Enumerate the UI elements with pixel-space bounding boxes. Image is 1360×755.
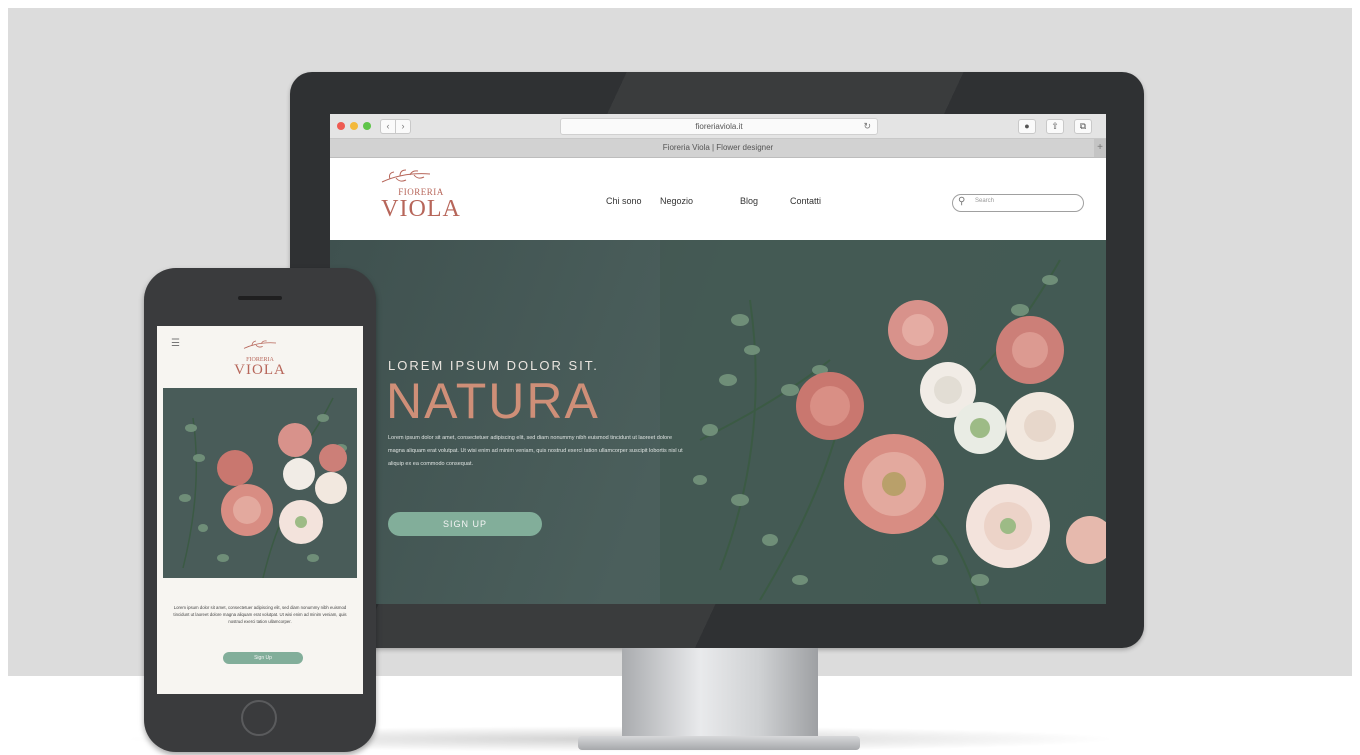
- minimize-window-button[interactable]: [350, 122, 358, 130]
- download-icon[interactable]: ●: [1018, 119, 1036, 134]
- monitor-stand-base: [578, 736, 860, 750]
- site-header: FIORERIA VIOLA Chi sono Negozio Blog Con…: [330, 158, 1106, 240]
- flower-bouquet-image: [693, 259, 1106, 604]
- leaf-icon: [381, 169, 431, 183]
- url-text: fioreriaviola.it: [695, 122, 743, 131]
- search-icon: ⚲: [958, 196, 966, 207]
- browser-toolbar: ‹ › fioreriaviola.it ↻ ● ⇧ ⧉: [330, 114, 1106, 139]
- hero-body-text: Lorem ipsum dolor sit amet, consectetuer…: [388, 435, 683, 467]
- hero-headline: NATURA: [386, 373, 600, 429]
- close-window-button[interactable]: [337, 122, 345, 130]
- mobile-logo-title: VIOLA: [234, 362, 286, 378]
- nav-link-chi-sono[interactable]: Chi sono: [606, 196, 642, 206]
- monitor-stand: [622, 648, 818, 740]
- mobile-screen: ☰ FIORERIA VIOLA Lorem ipsum dolor sit a…: [157, 326, 363, 694]
- new-tab-icon[interactable]: +: [1094, 139, 1106, 157]
- tab-title[interactable]: Fioreria Viola | Flower designer: [663, 143, 773, 152]
- hero-banner: LOREM IPSUM DOLOR SIT. NATURA Lorem ipsu…: [330, 240, 1106, 604]
- leaf-icon: [243, 340, 277, 349]
- maximize-window-button[interactable]: [363, 122, 371, 130]
- tabs-icon[interactable]: ⧉: [1074, 119, 1092, 134]
- site-logo[interactable]: FIORERIA VIOLA: [376, 168, 466, 221]
- tab-bar: Fioreria Viola | Flower designer +: [330, 139, 1106, 158]
- phone-speaker: [238, 296, 282, 300]
- back-button[interactable]: ‹: [380, 119, 396, 134]
- nav-link-negozio[interactable]: Negozio: [660, 196, 693, 206]
- mobile-hero-image: [163, 388, 357, 578]
- forward-button[interactable]: ›: [395, 119, 411, 134]
- chevron-right-icon: ›: [401, 121, 405, 131]
- reload-icon[interactable]: ↻: [863, 119, 871, 134]
- search-placeholder: Search: [975, 198, 995, 204]
- logo-title: VIOLA: [381, 196, 461, 222]
- share-icon[interactable]: ⇧: [1046, 119, 1064, 134]
- search-input[interactable]: ⚲ Search: [952, 194, 1084, 212]
- hero-kicker: LOREM IPSUM DOLOR SIT.: [388, 358, 599, 373]
- nav-link-contatti[interactable]: Contatti: [790, 196, 821, 206]
- home-button[interactable]: [241, 700, 277, 736]
- hamburger-menu-icon[interactable]: ☰: [171, 338, 180, 349]
- address-bar[interactable]: fioreriaviola.it ↻: [560, 118, 878, 135]
- desktop-screen: ‹ › fioreriaviola.it ↻ ● ⇧ ⧉ Fioreria Vi…: [330, 114, 1106, 604]
- mobile-sign-up-button[interactable]: Sign Up: [223, 652, 303, 664]
- chevron-left-icon: ‹: [386, 121, 390, 131]
- mobile-body-text: Lorem ipsum dolor sit amet, consectetuer…: [173, 605, 347, 624]
- mobile-logo[interactable]: FIORERIA VIOLA: [225, 338, 295, 378]
- sign-up-button[interactable]: SIGN UP: [388, 512, 542, 536]
- nav-link-blog[interactable]: Blog: [740, 196, 758, 206]
